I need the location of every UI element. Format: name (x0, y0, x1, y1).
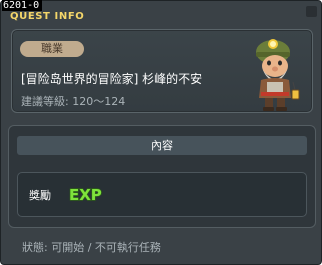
quest-info-window: 6201-0 QUEST INFO 職業 [冒险岛世界的冒险家] 杉峰的不安 建… (0, 0, 322, 265)
reward-box: 獎勵 EXP (17, 172, 307, 217)
content-header: 內容 (17, 136, 307, 155)
quest-id-label: 6201-0 (2, 0, 43, 11)
exp-icon-text: EXP (69, 186, 102, 204)
quest-status: 狀態: 可開始 / 不可執行任務 (22, 241, 161, 254)
exp-icon: EXP (68, 185, 102, 204)
window-title: QUEST INFO (10, 11, 85, 22)
quest-content-panel: 內容 獎勵 EXP (8, 125, 316, 228)
miner-npc-icon (256, 39, 300, 111)
quest-title: [冒险岛世界的冒险家] 杉峰的不安 (21, 72, 203, 86)
job-badge: 職業 (20, 41, 84, 57)
quest-header-card: 職業 [冒险岛世界的冒险家] 杉峰的不安 建議等級: 120～124 (11, 29, 313, 113)
recommended-level: 建議等級: 120～124 (21, 95, 126, 108)
reward-label: 獎勵 (29, 189, 51, 202)
close-button[interactable] (306, 6, 317, 17)
